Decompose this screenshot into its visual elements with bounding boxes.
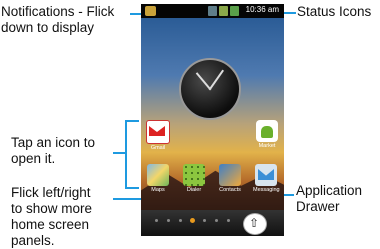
flick-callout-line3: home screen bbox=[11, 217, 90, 232]
battery-icon bbox=[230, 6, 239, 16]
tap-icon-callout-line2: open it. bbox=[11, 151, 56, 166]
notifications-callout-line2: down to display bbox=[1, 20, 95, 35]
gmail-icon bbox=[146, 120, 170, 144]
app-label-maps: Maps bbox=[151, 187, 165, 193]
app-maps[interactable]: Maps bbox=[145, 164, 171, 193]
dialer-icon bbox=[183, 164, 205, 186]
messaging-icon bbox=[255, 164, 277, 186]
market-android-shape bbox=[261, 126, 273, 138]
app-label-contacts: Contacts bbox=[219, 187, 241, 193]
tap-connector-v bbox=[125, 120, 127, 189]
clock-widget[interactable] bbox=[179, 58, 241, 120]
notification-icon[interactable] bbox=[145, 6, 156, 16]
tap-connector-top bbox=[125, 120, 139, 122]
contacts-icon bbox=[219, 164, 241, 186]
page-indicator-dot[interactable] bbox=[179, 219, 182, 222]
app-dialer[interactable]: Dialer bbox=[181, 164, 207, 193]
app-messaging[interactable]: Messaging bbox=[253, 164, 280, 193]
sim-icon bbox=[208, 6, 217, 16]
maps-icon bbox=[147, 164, 169, 186]
app-label-dialer: Dialer bbox=[186, 187, 202, 193]
status-time: 10:36 am bbox=[245, 5, 279, 14]
market-icon bbox=[256, 120, 278, 142]
app-contacts[interactable]: Contacts bbox=[217, 164, 243, 193]
tap-connector-mid bbox=[113, 152, 125, 154]
app-gmail[interactable]: Gmail bbox=[145, 120, 171, 151]
page-indicator-dot-active[interactable] bbox=[190, 218, 195, 223]
app-label-messaging: Messaging bbox=[253, 187, 280, 193]
drawer-callout-line1: Application bbox=[296, 183, 363, 198]
app-label-market: Market bbox=[258, 143, 276, 149]
app-label-gmail: Gmail bbox=[150, 145, 166, 151]
page-indicator-dot[interactable] bbox=[155, 219, 158, 222]
flick-callout-line1: Flick left/right bbox=[11, 185, 91, 200]
clock-hand-minute bbox=[208, 69, 225, 91]
drawer-callout: Application Drawer bbox=[296, 183, 362, 215]
page-indicator-dot[interactable] bbox=[167, 219, 170, 222]
notifications-callout-line1: Notifications - Flick bbox=[1, 4, 115, 19]
gmail-envelope-shape bbox=[149, 126, 165, 136]
home-wallpaper: Gmail Market Maps Dialer Contacts Messag… bbox=[141, 18, 284, 224]
drawer-callout-line2: Drawer bbox=[296, 199, 340, 214]
home-dock: ⇧ bbox=[141, 210, 284, 236]
status-bar[interactable]: 10:36 am bbox=[141, 4, 284, 18]
page-indicator-dot[interactable] bbox=[215, 219, 218, 222]
phone-screen: 10:36 am Gmail Market Maps Dialer Contac… bbox=[141, 4, 284, 236]
drawer-arrow-icon: ⇧ bbox=[249, 216, 260, 230]
messaging-envelope-shape bbox=[258, 169, 274, 180]
flick-callout: Flick left/right to show more home scree… bbox=[11, 185, 92, 249]
app-market[interactable]: Market bbox=[254, 120, 280, 149]
tap-connector-bottom bbox=[125, 187, 139, 189]
status-icons-callout: Status Icons bbox=[297, 4, 372, 19]
app-drawer-button[interactable]: ⇧ bbox=[243, 213, 267, 235]
notifications-callout: Notifications - Flick down to display bbox=[1, 4, 151, 36]
status-connector bbox=[282, 12, 296, 14]
tap-icon-callout: Tap an icon to open it. bbox=[11, 135, 95, 167]
flick-callout-line2: to show more bbox=[11, 201, 93, 216]
page-indicator-dot[interactable] bbox=[203, 219, 206, 222]
tap-icon-callout-line1: Tap an icon to bbox=[11, 135, 96, 150]
page-indicator-dot[interactable] bbox=[227, 219, 230, 222]
signal-icon bbox=[219, 6, 228, 16]
